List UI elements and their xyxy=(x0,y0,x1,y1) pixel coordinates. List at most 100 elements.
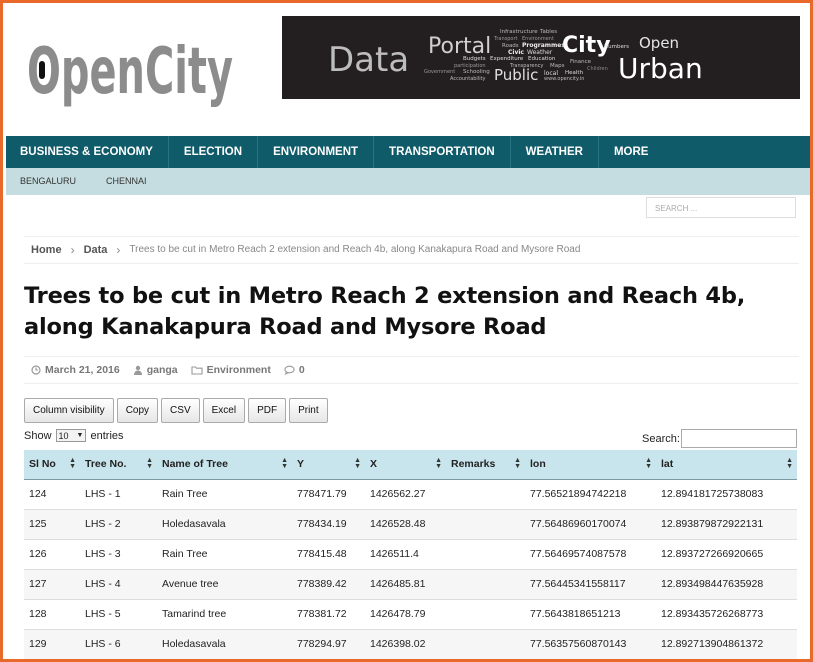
data-portal-banner[interactable]: Data Portal City Open Urban Public Infra… xyxy=(282,16,800,99)
cell-x: 1426528.48 xyxy=(365,509,446,540)
post-comments-count[interactable]: 0 xyxy=(299,364,305,376)
breadcrumb-data-link[interactable]: Data xyxy=(84,237,108,263)
cell-sl-no: 124 xyxy=(24,479,80,510)
sort-icon: ▲ ▼ xyxy=(645,457,652,470)
cell-remarks xyxy=(446,629,525,659)
column-visibility-button[interactable]: Column visibility xyxy=(24,398,114,423)
cell-x: 1426511.4 xyxy=(365,539,446,570)
sort-icon: ▲ ▼ xyxy=(69,457,76,470)
dropdown-arrow-icon: ▼ xyxy=(76,432,84,439)
col-header-lon[interactable]: lon ▲ ▼ xyxy=(525,450,656,480)
sort-icon: ▲ ▼ xyxy=(514,457,521,470)
nav-transportation[interactable]: TRANSPORTATION xyxy=(374,136,511,168)
cell-sl-no: 129 xyxy=(24,629,80,659)
nav-environment[interactable]: ENVIRONMENT xyxy=(258,136,375,168)
chevron-right-icon: › xyxy=(70,243,75,257)
cell-sl-no: 125 xyxy=(24,509,80,540)
copy-button[interactable]: Copy xyxy=(116,398,159,423)
comment-icon xyxy=(284,365,295,375)
cell-sl-no: 128 xyxy=(24,599,80,630)
subnav-chennai[interactable]: CHENNAI xyxy=(91,168,162,195)
sort-icon: ▲ ▼ xyxy=(786,457,793,470)
cell-remarks xyxy=(446,569,525,600)
cell-tree-no: LHS - 3 xyxy=(80,539,157,570)
sub-nav: BENGALURU CHENNAI xyxy=(6,168,810,195)
cell-tree-no: LHS - 6 xyxy=(80,629,157,659)
main-nav: BUSINESS & ECONOMY ELECTION ENVIRONMENT … xyxy=(6,136,810,168)
print-button[interactable]: Print xyxy=(289,398,328,423)
cell-x: 1426398.02 xyxy=(365,629,446,659)
excel-button[interactable]: Excel xyxy=(202,398,246,423)
clock-icon xyxy=(31,365,41,375)
table-search-label: Search: xyxy=(642,432,680,445)
cell-x: 1426562.27 xyxy=(365,479,446,510)
cell-lon: 77.56469574087578 xyxy=(525,539,656,570)
cell-x: 1426485.81 xyxy=(365,569,446,600)
cell-y: 778434.19 xyxy=(292,509,365,540)
cell-x: 1426478.79 xyxy=(365,599,446,630)
subnav-bengaluru[interactable]: BENGALURU xyxy=(6,168,91,195)
entries-label: entries xyxy=(90,429,124,442)
page-length-select[interactable]: 10 ▼ xyxy=(55,429,87,442)
col-header-remarks[interactable]: Remarks ▲ ▼ xyxy=(446,450,525,480)
post-category[interactable]: Environment xyxy=(191,364,271,376)
post-comments[interactable]: 0 xyxy=(284,364,305,376)
nav-weather[interactable]: WEATHER xyxy=(511,136,599,168)
table-row: 125 LHS - 2 Holedasavala 778434.19 1426528.4… xyxy=(24,509,797,540)
table-row: 124 LHS - 1 Rain Tree 778471.79 1426562.27 77… xyxy=(24,479,797,510)
logo-dot-icon xyxy=(39,61,45,79)
col-header-name-of-tree[interactable]: Name of Tree ▲ ▼ xyxy=(157,450,292,480)
trees-table: Sl No ▲ ▼ Tree No. ▲ ▼ Name of Tree ▲ ▼ Y ▲ ▼ X ▲… xyxy=(24,450,797,659)
cell-y: 778415.48 xyxy=(292,539,365,570)
post-category-text[interactable]: Environment xyxy=(207,364,271,376)
col-header-tree-no[interactable]: Tree No. ▲ ▼ xyxy=(80,450,157,480)
nav-election[interactable]: ELECTION xyxy=(169,136,259,168)
post-meta: March 21, 2016 ganga Environment 0 xyxy=(24,356,799,384)
breadcrumb-current: Trees to be cut in Metro Reach 2 extensi… xyxy=(129,244,581,255)
cell-lon: 77.56445341558117 xyxy=(525,569,656,600)
cell-lat: 12.893727266920665 xyxy=(656,539,797,570)
breadcrumb-home-link[interactable]: Home xyxy=(31,237,62,263)
cell-lat: 12.892713904861372 xyxy=(656,629,797,659)
post-date: March 21, 2016 xyxy=(31,364,120,376)
nav-more[interactable]: MORE xyxy=(599,136,664,168)
logo-text: OpenCity xyxy=(27,35,233,109)
table-row: 126 LHS - 3 Rain Tree 778415.48 1426511.4 77.… xyxy=(24,539,797,570)
cell-name-of-tree: Avenue tree xyxy=(157,569,292,600)
breadcrumb: Home › Data › Trees to be cut in Metro R… xyxy=(24,236,799,264)
banner-word-open: Open xyxy=(639,34,680,52)
table-row: 128 LHS - 5 Tamarind tree 778381.72 1426478.… xyxy=(24,599,797,630)
col-header-lat[interactable]: lat ▲ ▼ xyxy=(656,450,797,480)
folder-icon xyxy=(191,366,203,375)
page-length-value: 10 xyxy=(58,430,69,441)
cell-lon: 77.56486960170074 xyxy=(525,509,656,540)
nav-business-economy[interactable]: BUSINESS & ECONOMY xyxy=(6,136,169,168)
col-header-x[interactable]: X ▲ ▼ xyxy=(365,450,446,480)
pdf-button[interactable]: PDF xyxy=(248,398,287,423)
table-search-input[interactable] xyxy=(680,429,797,448)
table-row: 129 LHS - 6 Holedasavala 778294.97 1426398.0… xyxy=(24,629,797,659)
table-header-row: Sl No ▲ ▼ Tree No. ▲ ▼ Name of Tree ▲ ▼ Y ▲ ▼ X ▲… xyxy=(24,450,797,480)
sort-icon: ▲ ▼ xyxy=(435,457,442,470)
chevron-right-icon: › xyxy=(116,243,121,257)
sort-icon: ▲ ▼ xyxy=(146,457,153,470)
cell-lat: 12.893435726268773 xyxy=(656,599,797,630)
cell-tree-no: LHS - 5 xyxy=(80,599,157,630)
sort-icon: ▲ ▼ xyxy=(281,457,288,470)
post-author-text[interactable]: ganga xyxy=(147,364,178,376)
col-header-sl-no[interactable]: Sl No ▲ ▼ xyxy=(24,450,80,480)
page-length-control: Show 10 ▼ entries xyxy=(24,429,124,442)
site-search-input[interactable]: SEARCH ... xyxy=(646,197,796,218)
table-search-control: Search: xyxy=(642,429,797,448)
cell-lat: 12.893498447635928 xyxy=(656,569,797,600)
col-header-y[interactable]: Y ▲ ▼ xyxy=(292,450,365,480)
cell-remarks xyxy=(446,509,525,540)
show-label: Show xyxy=(24,429,52,442)
cell-remarks xyxy=(446,539,525,570)
table-row: 127 LHS - 4 Avenue tree 778389.42 1426485.81… xyxy=(24,569,797,600)
post-author[interactable]: ganga xyxy=(133,364,178,376)
opencity-logo[interactable]: OpenCity xyxy=(25,25,240,117)
csv-button[interactable]: CSV xyxy=(161,398,200,423)
cell-lat: 12.894181725738083 xyxy=(656,479,797,510)
banner-word-urban: Urban xyxy=(618,52,703,85)
